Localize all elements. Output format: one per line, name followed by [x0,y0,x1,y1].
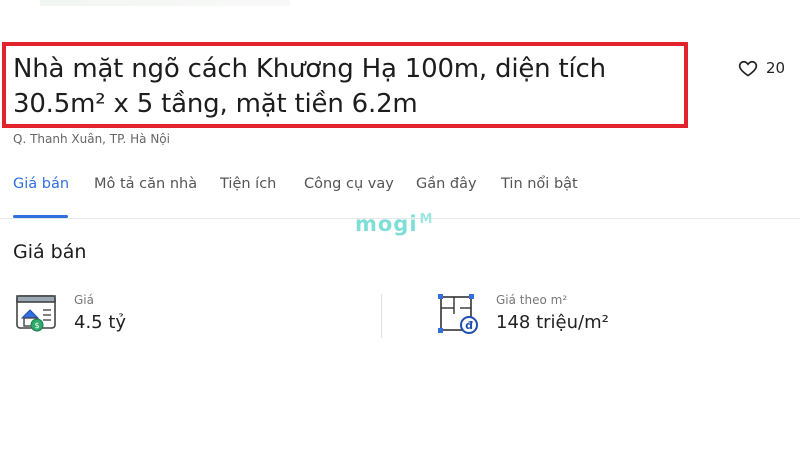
active-tab-indicator [13,215,68,218]
listing-location: Q. Thanh Xuân, TP. Hà Nội [13,132,170,146]
info-divider [381,294,382,338]
tab-tin-noi-bat[interactable]: Tin nổi bật [501,176,578,192]
tab-tien-ich[interactable]: Tiện ích [220,176,276,192]
svg-text:đ: đ [465,319,473,332]
tab-gan-day[interactable]: Gần đây [416,176,477,192]
price-per-m2-value: 148 triệu/m² [496,312,609,333]
mogi-watermark: mogi M [355,212,433,236]
price-info: $ Giá 4.5 tỷ [14,292,126,336]
tab-gia-ban[interactable]: Giá bán [13,176,69,192]
listing-title: Nhà mặt ngõ cách Khương Hạ 100m, diện tí… [13,54,606,119]
tab-mo-ta-can-nha[interactable]: Mô tả căn nhà [94,176,197,192]
price-per-m2-label: Giá theo m² [496,293,568,307]
svg-text:$: $ [34,321,39,330]
price-value: 4.5 tỷ [74,312,127,333]
house-money-icon: $ [16,295,56,332]
section-tabs: Giá bán Mô tả căn nhà Tiện ích Công cụ v… [0,160,800,219]
heart-icon [738,60,758,77]
watermark-mark: M [419,212,434,227]
price-section-title: Giá bán [13,241,87,263]
tab-cong-cu-vay[interactable]: Công cụ vay [304,176,394,192]
price-per-m2-info: đ Giá theo m² 148 triệu/m² [436,292,609,336]
favorite-count: 20 [766,59,786,77]
price-label: Giá [74,293,94,307]
favorite-button[interactable]: 20 [738,58,785,78]
top-fade-decoration [40,0,290,6]
floorplan-price-icon: đ [438,294,478,334]
watermark-text: mogi [355,212,418,236]
